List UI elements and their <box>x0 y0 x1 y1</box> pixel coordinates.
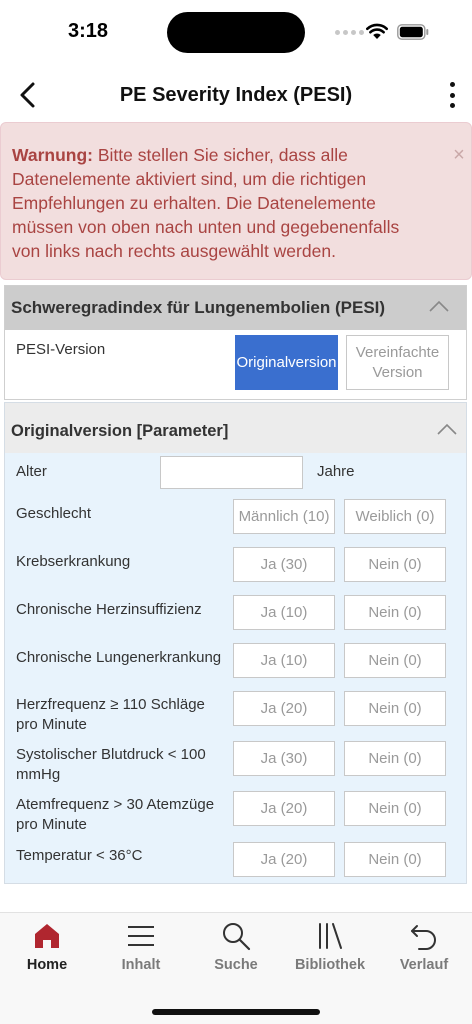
option-atemfrequenz-ja[interactable]: Ja (20) <box>233 791 335 826</box>
pesi-section-header[interactable]: Schweregradindex für Lungenembolien (PES… <box>5 286 466 330</box>
tab-inhalt-label: Inhalt <box>121 957 161 973</box>
option-herzinsuffizienz-nein[interactable]: Nein (0) <box>344 595 446 630</box>
tab-home-label: Home <box>26 957 68 973</box>
tab-bibliothek-label: Bibliothek <box>294 957 366 973</box>
history-icon <box>411 925 436 950</box>
parameters-section: Originalversion [Parameter] Alter Jahre … <box>4 402 467 884</box>
simplified-version-button[interactable]: Vereinfachte Version <box>346 335 449 390</box>
option-herzfrequenz-nein[interactable]: Nein (0) <box>344 691 446 726</box>
home-icon <box>35 924 59 948</box>
wifi-icon <box>366 23 388 39</box>
battery-icon <box>397 24 429 40</box>
option-herzinsuffizienz-ja[interactable]: Ja (10) <box>233 595 335 630</box>
option-blutdruck-ja[interactable]: Ja (30) <box>233 741 335 776</box>
option-krebserkrankung-nein[interactable]: Nein (0) <box>344 547 446 582</box>
tab-verlauf-label: Verlauf <box>399 957 449 973</box>
warning-title: Warnung: <box>12 145 93 165</box>
option-lungenerkrankung-ja[interactable]: Ja (10) <box>233 643 335 678</box>
tab-verlauf[interactable]: Verlauf <box>379 921 469 981</box>
param-label-blutdruck: Systolischer Blutdruck < 100 mmHg <box>16 746 206 783</box>
option-atemfrequenz-nein[interactable]: Nein (0) <box>344 791 446 826</box>
option-blutdruck-nein[interactable]: Nein (0) <box>344 741 446 776</box>
param-label-temperatur: Temperatur < 36°C <box>16 847 143 864</box>
search-icon <box>223 923 251 951</box>
status-bar: 3:18 <box>0 0 472 64</box>
warning-alert: Warnung: Bitte stellen Sie sicher, dass … <box>0 122 472 280</box>
age-input[interactable] <box>160 456 303 489</box>
navigation-bar: PE Severity Index (PESI) <box>0 70 472 120</box>
tab-home[interactable]: Home <box>2 921 92 981</box>
option-temperatur-ja[interactable]: Ja (20) <box>233 842 335 877</box>
page-title: PE Severity Index (PESI) <box>119 84 353 106</box>
tab-bar: Home Inhalt Suche Bibliothek Verlauf <box>0 912 472 1024</box>
chevron-up-icon[interactable] <box>437 423 457 435</box>
pesi-version-label: PESI-Version <box>16 341 106 358</box>
option-temperatur-nein[interactable]: Nein (0) <box>344 842 446 877</box>
param-label-krebserkrankung: Krebserkrankung <box>16 553 131 570</box>
close-icon[interactable]: × <box>451 143 467 167</box>
tab-suche[interactable]: Suche <box>191 921 281 981</box>
option-geschlecht-weiblich[interactable]: Weiblich (0) <box>344 499 446 534</box>
dynamic-island <box>167 12 305 53</box>
parameters-section-title: Originalversion [Parameter] <box>11 422 229 440</box>
param-label-geschlecht: Geschlecht <box>16 505 92 522</box>
pesi-section-title: Schweregradindex für Lungenembolien (PES… <box>11 298 386 317</box>
original-version-button[interactable]: Originalversion <box>235 335 338 390</box>
status-time: 3:18 <box>68 20 109 42</box>
option-lungenerkrankung-nein[interactable]: Nein (0) <box>344 643 446 678</box>
parameters-section-header[interactable]: Originalversion [Parameter] <box>5 403 466 453</box>
home-indicator <box>152 1009 320 1015</box>
option-krebserkrankung-ja[interactable]: Ja (30) <box>233 547 335 582</box>
param-label-herzinsuffizienz: Chronische Herzinsuffizienz <box>16 601 202 618</box>
library-icon <box>319 923 342 949</box>
option-herzfrequenz-ja[interactable]: Ja (20) <box>233 691 335 726</box>
menu-icon <box>128 926 154 946</box>
cellular-signal-icon <box>335 30 364 35</box>
tab-suche-label: Suche <box>214 957 258 973</box>
more-options-button[interactable] <box>440 80 464 110</box>
param-label-herzfrequenz: Herzfrequenz ≥ 110 Schläge pro Minute <box>16 696 205 733</box>
pesi-section: Schweregradindex für Lungenembolien (PES… <box>4 285 467 400</box>
param-label-lungenerkrankung: Chronische Lungenerkrankung <box>16 649 222 666</box>
tab-bibliothek[interactable]: Bibliothek <box>285 921 375 981</box>
age-unit: Jahre <box>317 463 355 480</box>
tab-inhalt[interactable]: Inhalt <box>96 921 186 981</box>
option-geschlecht-maennlich[interactable]: Männlich (10) <box>233 499 335 534</box>
chevron-up-icon[interactable] <box>429 300 449 312</box>
param-label-atemfrequenz: Atemfrequenz > 30 Atemzüge pro Minute <box>16 796 215 833</box>
